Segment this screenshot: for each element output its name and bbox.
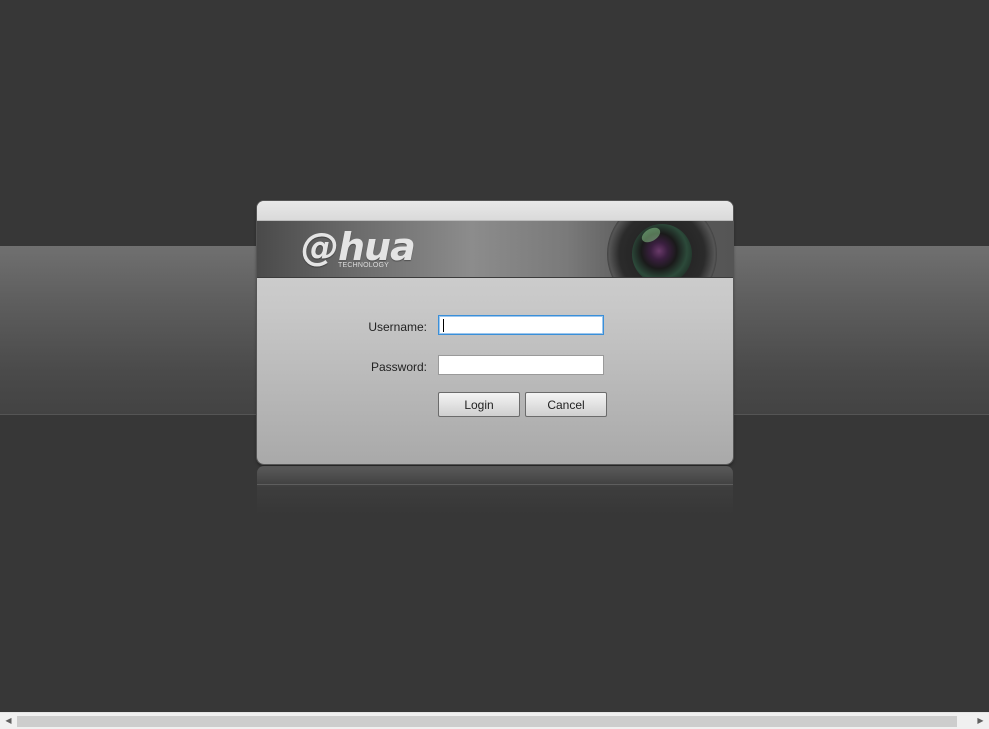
username-label: Username: — [368, 320, 427, 334]
text-caret — [443, 319, 444, 332]
login-dialog: @hua TECHNOLOGY Username: Password: Logi… — [257, 201, 733, 464]
login-form: Username: Password: Login Cancel — [257, 278, 733, 464]
username-input[interactable] — [438, 315, 604, 335]
triangle-right-icon[interactable]: ▶ — [972, 713, 989, 729]
login-page: @hua TECHNOLOGY Username: Password: Logi… — [0, 0, 989, 712]
cancel-button[interactable]: Cancel — [525, 392, 607, 417]
horizontal-scrollbar[interactable]: ◀ ▶ — [0, 712, 989, 729]
triangle-left-icon[interactable]: ◀ — [0, 713, 17, 729]
login-button[interactable]: Login — [438, 392, 520, 417]
brand-banner: @hua TECHNOLOGY — [257, 221, 733, 278]
password-label: Password: — [370, 360, 427, 374]
logo-at-symbol: @ — [301, 225, 339, 269]
dialog-reflection — [257, 466, 733, 514]
scrollbar-thumb[interactable] — [17, 716, 957, 727]
camera-lens-icon — [607, 221, 717, 277]
brand-tagline: TECHNOLOGY — [338, 262, 390, 269]
dialog-top-bar — [257, 201, 733, 221]
password-input[interactable] — [438, 355, 604, 375]
